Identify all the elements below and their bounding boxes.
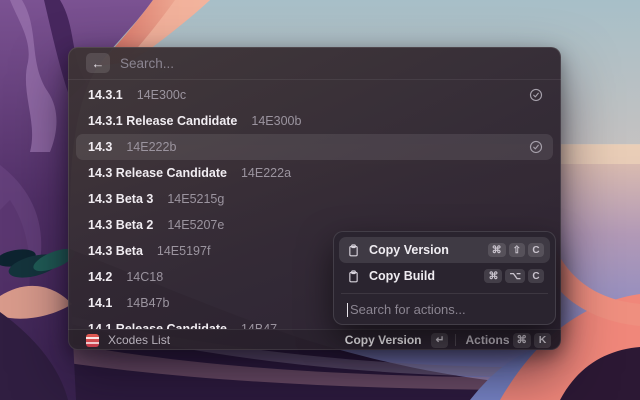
actions-menu-label[interactable]: Actions xyxy=(465,333,509,347)
action-label: Copy Version xyxy=(369,243,449,257)
desktop: ← Search... 14.3.1 14E300c 14.3.1 Releas… xyxy=(0,0,640,400)
build-label: 14B47b xyxy=(126,296,170,310)
list-item[interactable]: 14.3.1 Release Candidate 14E300b xyxy=(76,108,553,134)
xcodes-app-icon xyxy=(86,333,99,347)
search-input[interactable]: Search... xyxy=(120,56,174,71)
version-label: 14.1 xyxy=(88,296,113,310)
footer-divider xyxy=(455,334,457,346)
action-shortcut-keys: ⌘ ⌥ C xyxy=(481,269,544,283)
build-label: 14C18 xyxy=(126,270,164,284)
version-label: 14.3.1 xyxy=(88,88,123,102)
action-shortcut-keys: ⌘ ⇧ C xyxy=(485,243,544,257)
keycap: ⌘ xyxy=(487,243,506,257)
action-search-input[interactable]: Search for actions... xyxy=(339,294,550,325)
back-button[interactable]: ← xyxy=(86,53,110,73)
build-label: 14E5215g xyxy=(167,192,225,206)
keycap: C xyxy=(528,269,544,283)
list-item[interactable]: 14.3 Beta 3 14E5215g xyxy=(76,186,553,212)
installed-check-circle-icon xyxy=(529,140,543,154)
list-item[interactable]: 14.3 Release Candidate 14E222a xyxy=(76,160,553,186)
actions-keys: ⌘ K xyxy=(510,332,551,348)
version-label: 14.3.1 Release Candidate xyxy=(88,114,238,128)
version-label: 14.3 Beta 2 xyxy=(88,218,154,232)
action-panel: Copy Version ⌘ ⇧ C Copy Build ⌘ ⌥ C Search f… xyxy=(333,231,556,325)
action-item[interactable]: Copy Version ⌘ ⇧ C xyxy=(339,237,550,263)
keycap: ⌘ xyxy=(512,332,531,348)
keycap: ⌘ xyxy=(484,269,503,283)
build-label: 14E222a xyxy=(240,166,292,180)
installed-check-circle-icon xyxy=(529,88,543,102)
list-item[interactable]: 14.3 14E222b xyxy=(76,134,553,160)
clipboard-icon xyxy=(347,243,360,257)
version-label: 14.3 xyxy=(88,140,113,154)
keycap: ⇧ xyxy=(508,243,525,257)
keycap: K xyxy=(534,332,551,348)
build-label: 14E300b xyxy=(251,114,302,128)
version-label: 14.3 Beta 3 xyxy=(88,192,154,206)
primary-action-label[interactable]: Copy Version xyxy=(345,333,422,347)
build-label: 14E300c xyxy=(136,88,187,102)
action-label: Copy Build xyxy=(369,269,435,283)
build-label: 14B47 xyxy=(240,322,278,329)
action-item[interactable]: Copy Build ⌘ ⌥ C xyxy=(339,263,550,289)
clipboard-icon xyxy=(347,269,360,283)
version-label: 14.3 Release Candidate xyxy=(88,166,227,180)
version-label: 14.1 Release Candidate xyxy=(88,322,227,329)
build-label: 14E222b xyxy=(126,140,177,154)
list-item[interactable]: 14.3.1 14E300c xyxy=(76,82,553,108)
action-rows: Copy Version ⌘ ⇧ C Copy Build ⌘ ⌥ C xyxy=(339,237,550,289)
version-label: 14.3 Beta xyxy=(88,244,143,258)
text-caret xyxy=(347,302,348,317)
version-label: 14.2 xyxy=(88,270,113,284)
return-key-icon: ↵ xyxy=(431,332,449,348)
build-label: 14E5197f xyxy=(156,244,211,258)
footer-bar: Xcodes List Copy Version ↵ Actions ⌘ K xyxy=(68,329,561,350)
keycap: ⌥ xyxy=(505,269,525,283)
build-label: 14E5207e xyxy=(167,218,225,232)
search-bar: ← Search... xyxy=(68,47,561,80)
keycap: C xyxy=(528,243,544,257)
app-name-label: Xcodes List xyxy=(108,333,171,347)
